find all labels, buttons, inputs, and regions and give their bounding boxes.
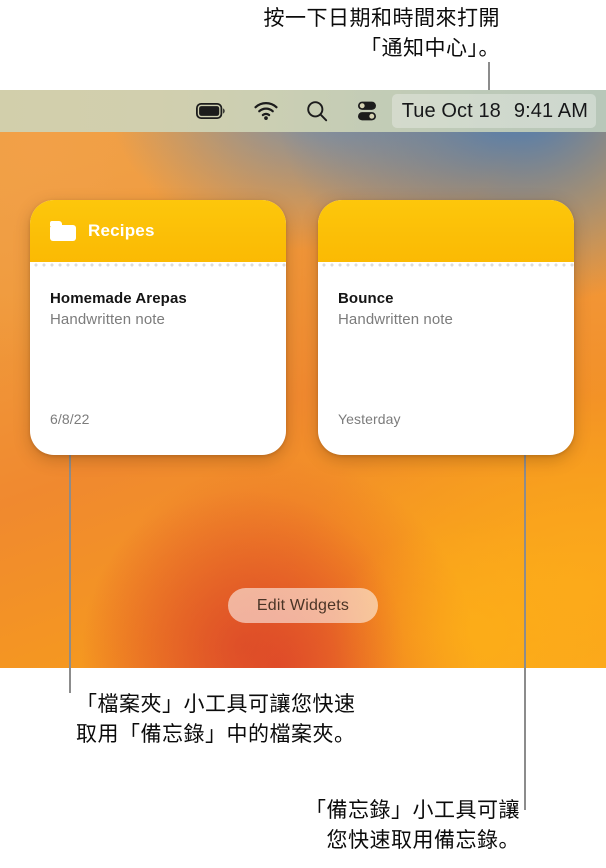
leader-line-right [524, 455, 526, 810]
widget-recipes[interactable]: Recipes Homemade Arepas Handwritten note… [30, 200, 286, 455]
callout-folder-widget: 「檔案夾」小工具可讓您快速 取用「備忘錄」中的檔案夾。 [76, 692, 356, 746]
control-center-icon[interactable] [342, 90, 392, 132]
note-date: Yesterday [338, 411, 401, 427]
note-date: 6/8/22 [50, 411, 90, 427]
callout-notification-center: 按一下日期和時間來打開 「通知中心」。 [263, 6, 500, 60]
menu-bar-time: 9:41 AM [513, 99, 588, 122]
note-subtitle: Handwritten note [338, 311, 454, 328]
note-title: Bounce [338, 290, 394, 307]
menu-bar-status-items: Tue Oct 18 9:41 AM [182, 90, 606, 132]
widget-recipes-header: Recipes [30, 200, 286, 262]
note-subtitle: Handwritten note [50, 311, 166, 328]
battery-icon[interactable] [182, 90, 240, 132]
menu-bar-date: Tue Oct 18 [401, 99, 501, 122]
folder-icon [50, 221, 76, 241]
callout-notes-widget: 「備忘錄」小工具可讓 您快速取用備忘錄。 [305, 798, 520, 852]
search-icon[interactable] [292, 90, 342, 132]
widget-recipes-body: Homemade Arepas Handwritten note 6/8/22 [30, 268, 286, 455]
note-title: Homemade Arepas [50, 290, 187, 307]
wifi-icon[interactable] [240, 90, 292, 132]
desktop-area: Recipes Homemade Arepas Handwritten note… [0, 90, 606, 668]
widget-notes[interactable]: Bounce Handwritten note Yesterday [318, 200, 574, 455]
widget-recipes-title: Recipes [88, 221, 155, 240]
leader-line-left [69, 455, 71, 693]
menu-bar-clock[interactable]: Tue Oct 18 9:41 AM [391, 94, 596, 128]
widget-notes-header [318, 200, 574, 262]
menu-bar: Tue Oct 18 9:41 AM [0, 90, 606, 132]
edit-widgets-button[interactable]: Edit Widgets [228, 588, 378, 623]
widget-notes-body: Bounce Handwritten note Yesterday [318, 268, 574, 455]
